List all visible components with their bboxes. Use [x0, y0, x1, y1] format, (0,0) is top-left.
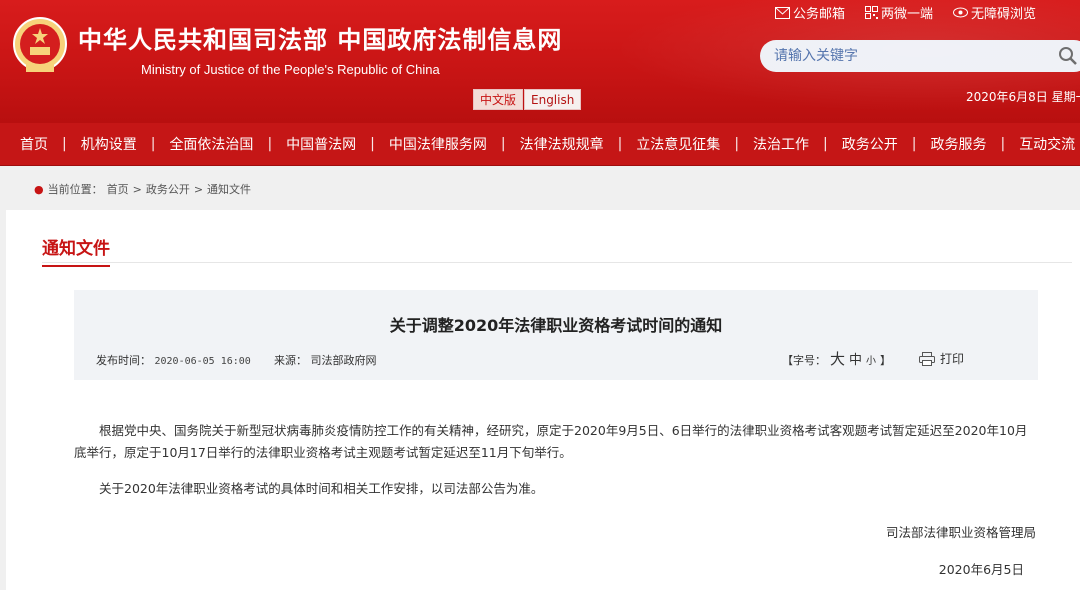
- nav-legal-work[interactable]: 法治工作: [753, 134, 809, 154]
- search-icon[interactable]: [1058, 46, 1078, 66]
- lang-zh-button[interactable]: 中文版: [473, 89, 524, 110]
- search-box: [760, 40, 1080, 72]
- font-size-large-button[interactable]: 大: [830, 348, 845, 369]
- top-links: 公务邮箱 两微一端 无障碍浏览: [775, 3, 1036, 22]
- accessibility-label: 无障碍浏览: [971, 7, 1037, 22]
- article-source: 来源： 司法部政府网: [274, 354, 377, 367]
- wechat-weibo-link[interactable]: 两微一端: [865, 3, 933, 22]
- nav-gov-affairs[interactable]: 政务公开: [842, 134, 898, 154]
- site-header: 中华人民共和国司法部 中国政府法制信息网 Ministry of Justice…: [0, 0, 1080, 123]
- nav-legislation-opinions[interactable]: 立法意见征集: [636, 134, 720, 154]
- breadcrumb-home[interactable]: 首页: [107, 181, 129, 197]
- wechat-weibo-label: 两微一端: [881, 7, 934, 22]
- site-title: 中华人民共和国司法部 中国政府法制信息网: [78, 25, 563, 54]
- current-date: 2020年6月8日 星期一: [966, 90, 1080, 104]
- breadcrumb-label: 当前位置：: [47, 183, 103, 196]
- print-label: 打印: [940, 352, 965, 366]
- main-nav: 首页 | 机构设置 | 全面依法治国 | 中国普法网 | 中国法律服务网 | 法律法规规章…: [0, 123, 1080, 166]
- publish-time: 发布时间： 2020-06-05 16:00: [96, 354, 251, 367]
- article-signature: 司法部法律职业资格管理局: [885, 525, 1036, 540]
- nav-gov-services[interactable]: 政务服务: [930, 134, 986, 154]
- breadcrumb-notices[interactable]: 通知文件: [207, 181, 251, 197]
- font-size-medium-button[interactable]: 中: [849, 349, 862, 368]
- article-header: 关于调整2020年法律职业资格考试时间的通知 发布时间： 2020-06-05 …: [74, 290, 1038, 380]
- accessibility-link[interactable]: 无障碍浏览: [953, 3, 1036, 22]
- search-input[interactable]: [774, 48, 1044, 64]
- article-paragraph: 关于2020年法律职业资格考试的具体时间和相关工作安排，以司法部公告为准。: [99, 481, 544, 496]
- nav-rule-of-law[interactable]: 全面依法治国: [169, 134, 253, 154]
- nav-interaction[interactable]: 互动交流: [1019, 134, 1075, 154]
- article-sign-date: 2020年6月5日: [938, 562, 1024, 577]
- breadcrumb-gov-affairs[interactable]: 政务公开: [146, 181, 190, 197]
- mail-link-label: 公务邮箱: [793, 7, 846, 22]
- nav-home[interactable]: 首页: [20, 134, 48, 154]
- nav-laws-regulations[interactable]: 法律法规规章: [520, 134, 604, 154]
- national-emblem-icon: [13, 17, 67, 72]
- nav-pufa[interactable]: 中国普法网: [286, 134, 356, 154]
- font-size-small-button[interactable]: 小: [866, 352, 876, 367]
- print-button[interactable]: 打印: [919, 350, 964, 367]
- site-subtitle: Ministry of Justice of the People's Repu…: [141, 62, 440, 77]
- qr-code-icon: [865, 6, 879, 19]
- nav-organization[interactable]: 机构设置: [81, 134, 137, 154]
- font-size-control: 【字号： 大 中 小 】: [782, 348, 892, 369]
- breadcrumb: ● 当前位置： 首页 > 政务公开 > 通知文件: [34, 181, 252, 197]
- mail-link[interactable]: 公务邮箱: [775, 3, 845, 22]
- eye-icon: [953, 7, 969, 18]
- nav-legal-services[interactable]: 中国法律服务网: [389, 134, 487, 154]
- section-divider: [42, 262, 1072, 263]
- mail-icon: [775, 6, 790, 19]
- article-title: 关于调整2020年法律职业资格考试时间的通知: [389, 316, 723, 335]
- lang-en-button[interactable]: English: [524, 89, 582, 110]
- printer-icon: [919, 351, 935, 366]
- location-pin-icon: ●: [34, 182, 44, 196]
- content-panel: 通知文件 关于调整2020年法律职业资格考试时间的通知 发布时间： 2020-0…: [6, 210, 1080, 590]
- article-body: 根据党中央、国务院关于新型冠状病毒肺炎疫情防控工作的有关精神，经研究，原定于20…: [74, 420, 1036, 514]
- article-paragraph: 根据党中央、国务院关于新型冠状病毒肺炎疫情防控工作的有关精神，经研究，原定于20…: [74, 423, 1028, 460]
